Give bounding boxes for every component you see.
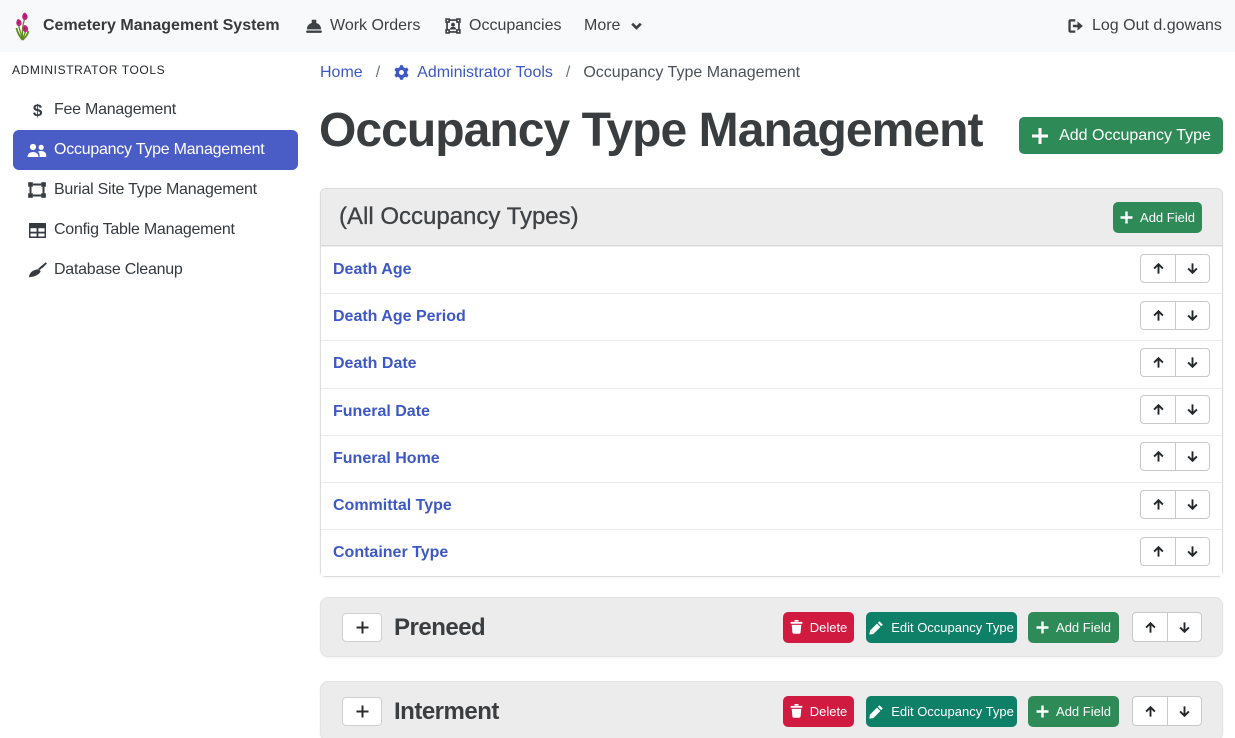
svg-text:$: $ — [32, 101, 42, 119]
